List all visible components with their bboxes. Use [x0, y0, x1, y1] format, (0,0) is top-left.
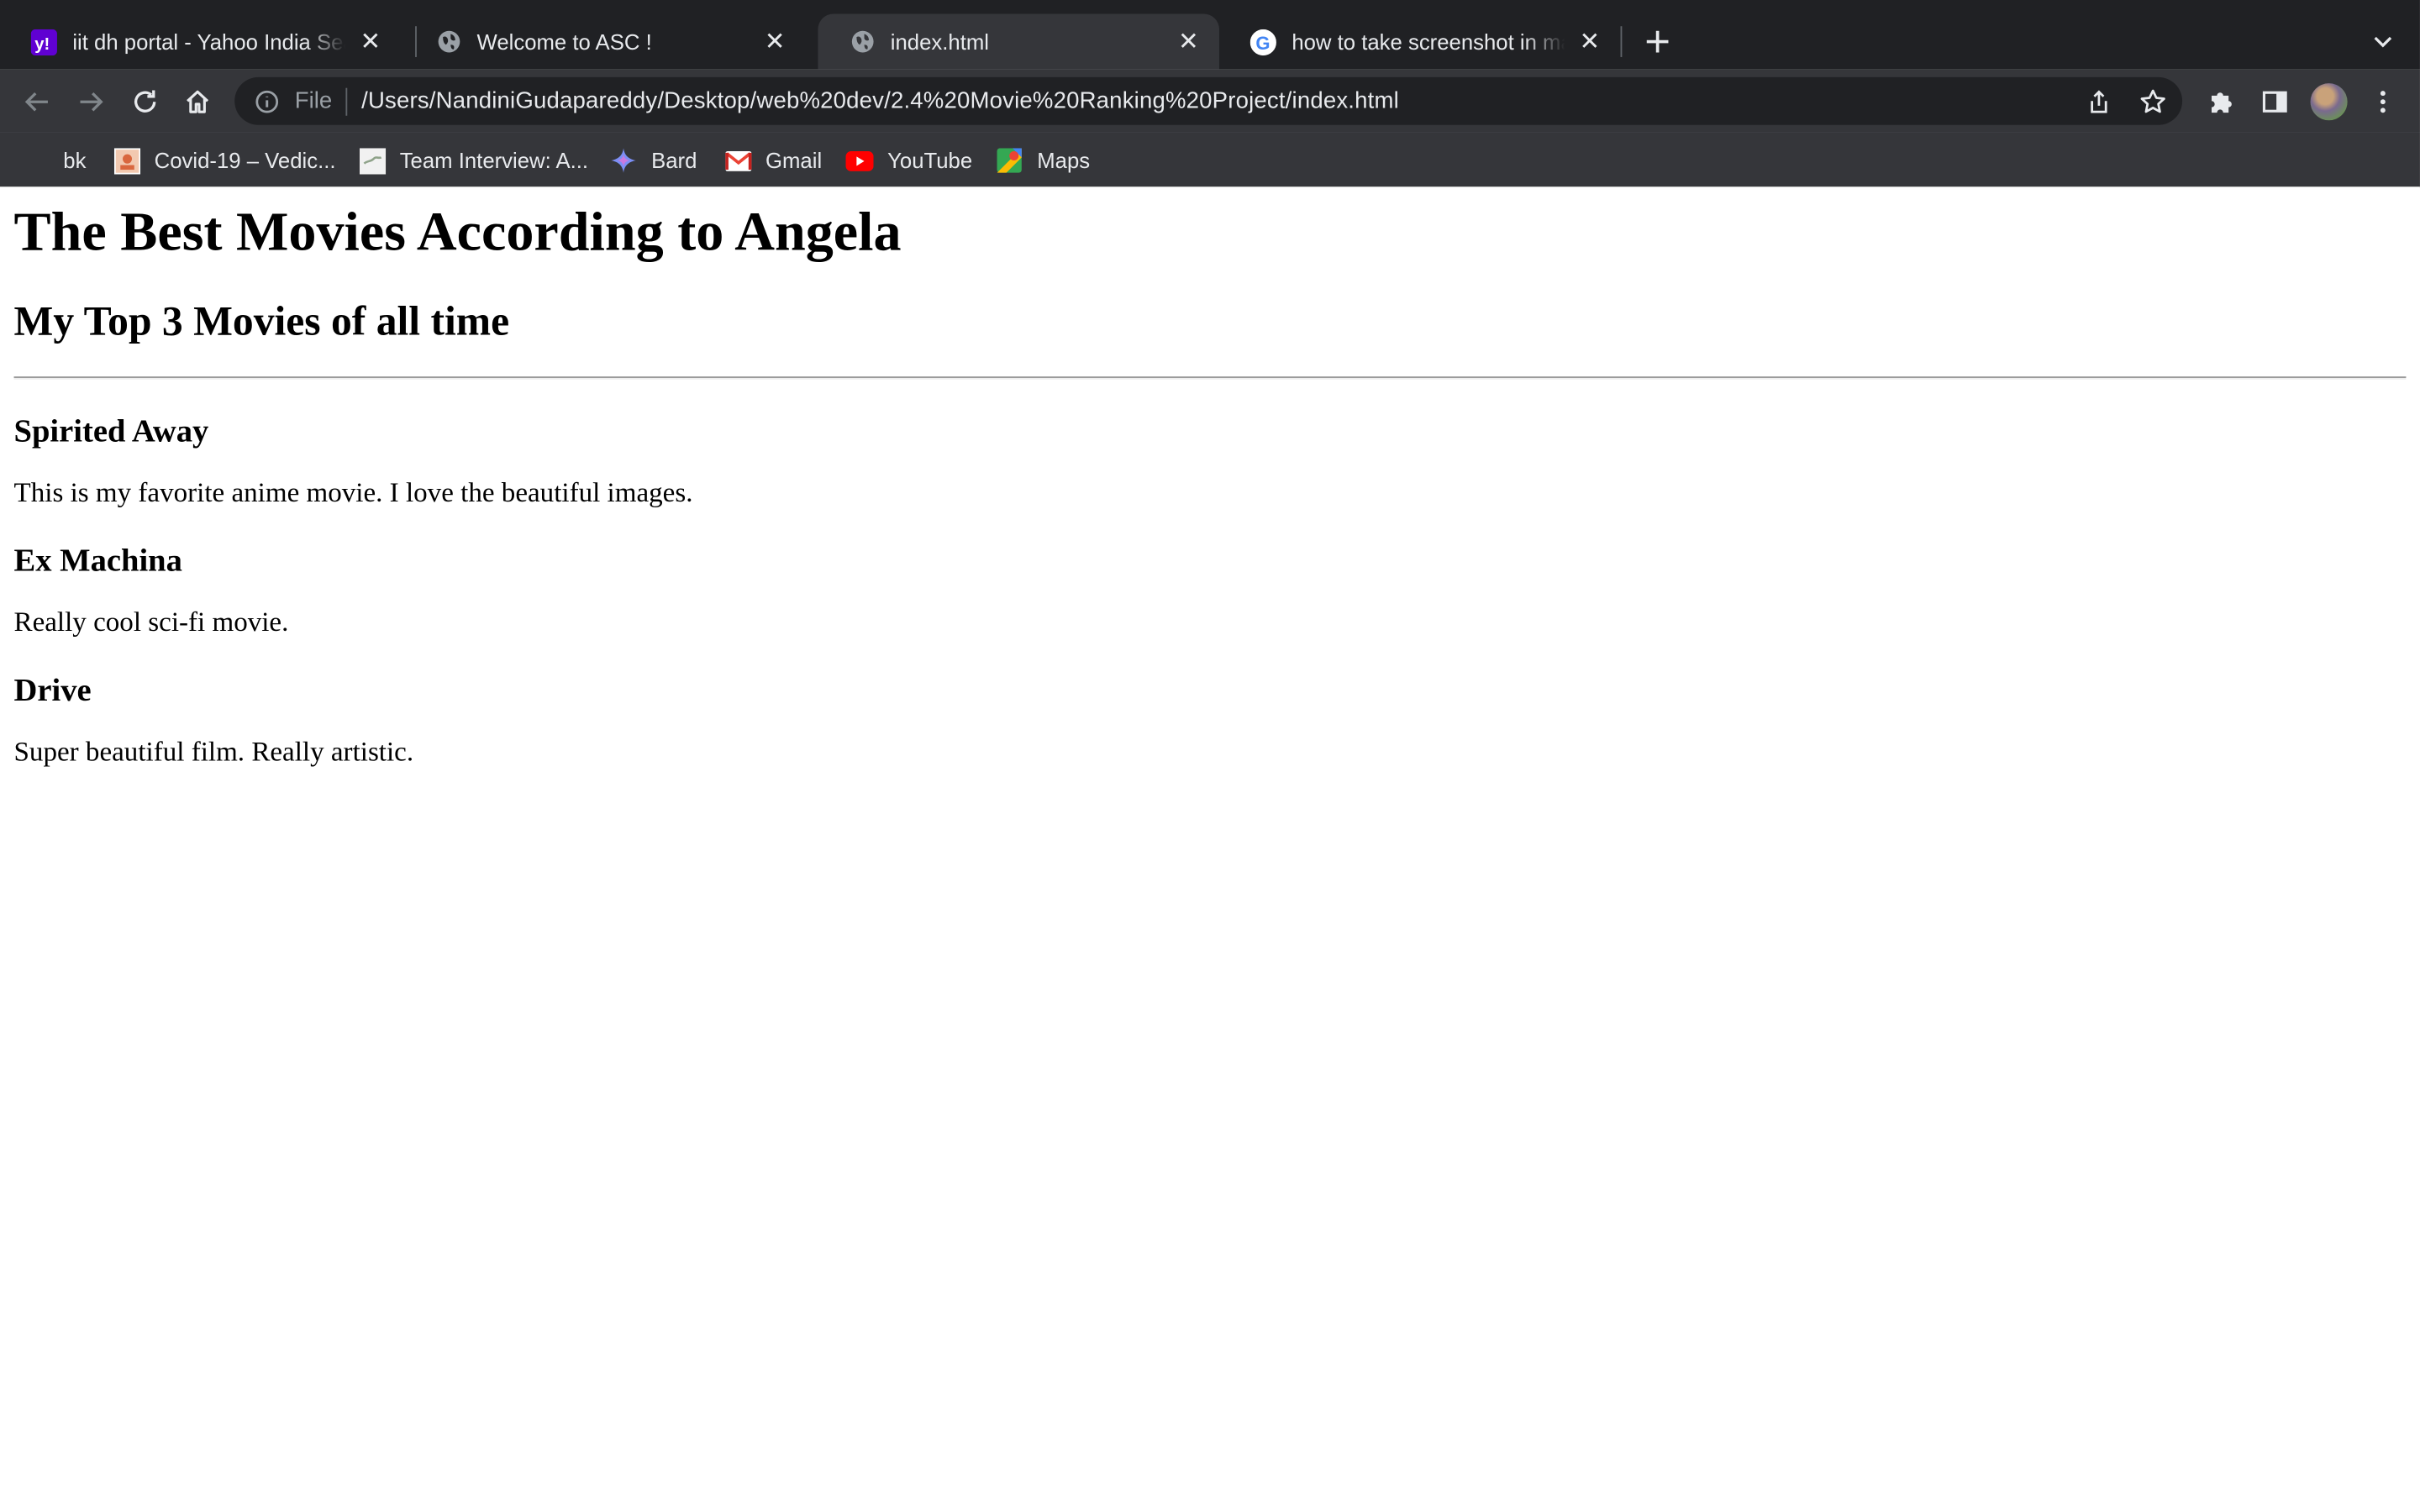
plus-icon: [1646, 30, 1669, 53]
info-icon[interactable]: [253, 87, 281, 115]
arrow-right-icon: [80, 92, 103, 112]
url-scheme: File: [294, 87, 333, 114]
tab-index-html[interactable]: index.html ✕: [818, 13, 1219, 70]
divider: [13, 376, 2407, 380]
svg-text:G: G: [1255, 32, 1270, 53]
team-site-icon: [358, 146, 386, 174]
puzzle-icon: [2211, 92, 2232, 113]
bard-icon: [609, 146, 637, 174]
gmail-icon: [723, 146, 751, 174]
bookmark-label: YouTube: [887, 148, 973, 173]
bookmark-label: bk: [63, 148, 87, 173]
bookmark-label: Bard: [651, 148, 697, 173]
yahoo-icon: y!: [30, 28, 57, 55]
bookmark-label: Maps: [1037, 148, 1091, 173]
svg-text:y!: y!: [34, 34, 50, 53]
kebab-menu-icon: [2380, 91, 2386, 113]
covid-site-icon: [113, 146, 140, 174]
back-button[interactable]: [17, 81, 57, 122]
chevron-down-icon: [2374, 36, 2392, 48]
tab-title: iit dh portal - Yahoo India Search Resul…: [72, 29, 345, 55]
share-icon[interactable]: [2084, 87, 2115, 118]
toolbar: File /Users/NandiniGudapareddy/Desktop/w…: [0, 69, 2420, 133]
side-panel-icon: [2262, 91, 2287, 113]
movie-title: Drive: [13, 670, 92, 709]
globe-icon: [849, 29, 875, 55]
page-viewport: The Best Movies According to Angela My T…: [0, 186, 2420, 1512]
youtube-icon: [845, 146, 874, 174]
bookmark-team-interview[interactable]: Team Interview: A...: [358, 144, 588, 177]
close-icon[interactable]: ✕: [355, 26, 386, 57]
globe-icon: [435, 29, 461, 55]
google-icon: G: [1249, 28, 1276, 55]
reload-button[interactable]: [125, 81, 166, 122]
maps-icon: [996, 146, 1023, 174]
movie-title: Ex Machina: [13, 541, 182, 579]
bookmark-label: Gmail: [765, 148, 823, 173]
close-icon[interactable]: ✕: [1574, 26, 1605, 57]
profile-avatar[interactable]: [2310, 83, 2348, 121]
bookmark-label: Team Interview: A...: [399, 148, 589, 173]
tab-google-search[interactable]: G how to take screenshot in mac - Google…: [1219, 14, 1621, 70]
arrow-left-icon: [24, 92, 48, 112]
bookmark-youtube[interactable]: YouTube: [845, 144, 973, 177]
scheme-divider: [345, 87, 348, 115]
page-title: The Best Movies According to Angela: [13, 200, 902, 263]
movie-description: Super beautiful film. Really artistic.: [13, 736, 414, 767]
forward-button[interactable]: [71, 81, 111, 122]
bookmark-maps[interactable]: Maps: [996, 144, 1090, 177]
bookmarks-bar: bk Covid-19 – Vedic... Team Interview: A…: [0, 132, 2420, 189]
tab-strip: y! iit dh portal - Yahoo India Search Re…: [0, 0, 2420, 70]
tab-title: index.html: [890, 29, 989, 55]
close-icon[interactable]: ✕: [1173, 26, 1204, 57]
bookmark-covid[interactable]: Covid-19 – Vedic...: [113, 144, 336, 177]
menu-button[interactable]: [2363, 81, 2403, 122]
tab-yahoo-search[interactable]: y! iit dh portal - Yahoo India Search Re…: [0, 14, 402, 70]
tab-divider: [1620, 26, 1623, 57]
folder-icon: [31, 146, 50, 174]
address-bar[interactable]: File /Users/NandiniGudapareddy/Desktop/w…: [234, 76, 2183, 125]
bookmark-bk[interactable]: bk: [31, 144, 87, 177]
bookmark-gmail[interactable]: Gmail: [723, 144, 822, 177]
tab-title: Welcome to ASC !: [476, 29, 652, 55]
extensions-button[interactable]: [2201, 81, 2241, 122]
star-icon[interactable]: [2138, 87, 2169, 118]
tab-title: how to take screenshot in mac - Google S…: [1292, 29, 1565, 55]
page-subtitle: My Top 3 Movies of all time: [13, 297, 510, 344]
movie-description: This is my favorite anime movie. I love …: [13, 476, 693, 508]
home-button[interactable]: [177, 81, 218, 122]
url-text[interactable]: /Users/NandiniGudapareddy/Desktop/web%20…: [361, 88, 1399, 114]
home-icon: [187, 90, 209, 113]
bookmark-label: Covid-19 – Vedic...: [154, 148, 336, 173]
side-panel-button[interactable]: [2254, 81, 2295, 122]
close-icon[interactable]: ✕: [760, 26, 791, 57]
movie-title: Spirited Away: [13, 412, 209, 449]
reload-icon: [134, 90, 156, 113]
movie-description: Really cool sci-fi movie.: [13, 606, 289, 638]
new-tab-button[interactable]: [1636, 20, 1679, 63]
bookmark-bard[interactable]: Bard: [609, 144, 697, 177]
tab-search-button[interactable]: [2365, 24, 2402, 60]
tab-asc[interactable]: Welcome to ASC ! ✕: [404, 14, 806, 70]
